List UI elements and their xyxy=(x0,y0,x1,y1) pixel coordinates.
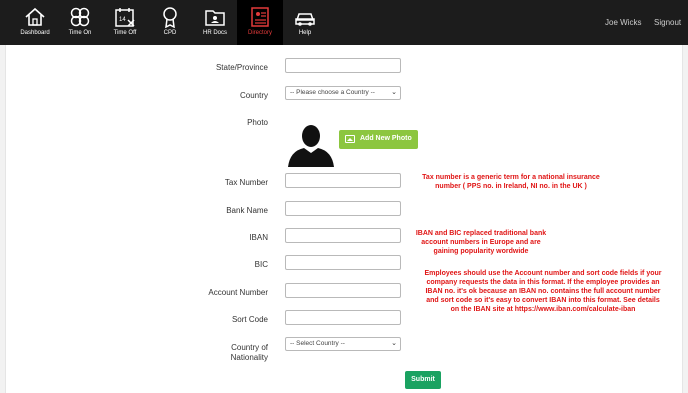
tax-number-note: Tax number is a generic term for a natio… xyxy=(403,173,619,191)
account-number-input[interactable] xyxy=(285,283,401,298)
state-label: State/Province xyxy=(215,63,268,72)
award-icon xyxy=(163,7,177,28)
sort-code-input[interactable] xyxy=(285,310,401,325)
nav-label: CPD xyxy=(163,30,177,36)
avatar-placeholder xyxy=(288,125,334,167)
account-number-note: Employees should use the Account number … xyxy=(410,269,676,314)
add-photo-label: Add New Photo xyxy=(360,135,412,142)
sort-code-label: Sort Code xyxy=(231,315,268,324)
nationality-select[interactable]: -- Select Country -- ⌄ xyxy=(285,337,401,351)
state-input[interactable] xyxy=(285,58,401,73)
submit-button[interactable]: Submit xyxy=(405,371,441,389)
folder-icon xyxy=(205,10,225,26)
home-icon xyxy=(25,7,45,26)
time-on-icon xyxy=(70,7,90,27)
account-note-line: on the IBAN site at https://www.iban.com… xyxy=(450,306,636,313)
bic-input[interactable] xyxy=(285,255,401,270)
iban-note: IBAN and BIC replaced traditional bank a… xyxy=(405,229,557,256)
bank-name-label: Bank Name xyxy=(226,206,268,215)
chevron-down-icon: ⌄ xyxy=(391,89,397,96)
add-photo-button[interactable]: Add New Photo xyxy=(339,130,418,149)
content-panel: State/Province Country -- Please choose … xyxy=(5,45,683,393)
nationality-select-value: -- Select Country -- xyxy=(290,340,345,347)
calendar-icon: 14 xyxy=(115,8,135,27)
nav-help[interactable]: Help xyxy=(282,0,328,45)
car-icon xyxy=(295,13,315,26)
top-nav-bar: Dashboard Time On 14 Time Off CPD HR Doc… xyxy=(0,0,688,45)
nav-label: Dashboard xyxy=(20,30,50,36)
nav-time-off[interactable]: 14 Time Off xyxy=(102,0,148,45)
iban-note-line: account numbers in Europe and are xyxy=(421,239,541,246)
nav-cpd[interactable]: CPD xyxy=(147,0,193,45)
nav-label: Help xyxy=(298,30,312,36)
signout-link[interactable]: Signout xyxy=(654,18,681,27)
photo-label: Photo xyxy=(247,118,268,127)
bank-name-input[interactable] xyxy=(285,201,401,216)
country-select-value: -- Please choose a Country -- xyxy=(290,89,375,96)
image-icon xyxy=(345,135,355,143)
nav-directory[interactable]: Directory xyxy=(237,0,283,45)
nationality-label-line2: Nationality xyxy=(230,353,268,362)
svg-text:14: 14 xyxy=(119,17,126,23)
nav-time-on[interactable]: Time On xyxy=(57,0,103,45)
user-name-link[interactable]: Joe Wicks xyxy=(605,18,641,27)
account-note-line: company requests the data in this format… xyxy=(426,279,660,286)
iban-label: IBAN xyxy=(249,233,268,242)
account-number-label: Account Number xyxy=(208,288,268,297)
tax-number-input[interactable] xyxy=(285,173,401,188)
account-note-line: and sort code so it's easy to convert IB… xyxy=(426,297,660,304)
tax-note-line: number ( PPS no. in Ireland, NI no. in t… xyxy=(435,183,587,190)
chevron-down-icon: ⌄ xyxy=(391,340,397,347)
nav-dashboard[interactable]: Dashboard xyxy=(12,0,58,45)
nationality-label-line1: Country of xyxy=(231,343,268,352)
nav-hr-docs[interactable]: HR Docs xyxy=(192,0,238,45)
country-select[interactable]: -- Please choose a Country -- ⌄ xyxy=(285,86,401,100)
tax-number-label: Tax Number xyxy=(224,178,268,187)
tax-note-line: Tax number is a generic term for a natio… xyxy=(422,174,600,181)
bic-label: BIC xyxy=(254,260,268,269)
iban-note-line: gaining popularity wordwide xyxy=(433,248,529,255)
nav-label: Time Off xyxy=(113,30,137,36)
nav-label: Directory xyxy=(247,30,272,36)
iban-note-line: IBAN and BIC replaced traditional bank xyxy=(415,230,547,237)
country-label: Country xyxy=(239,91,268,100)
directory-icon xyxy=(251,7,269,27)
account-note-line: Employees should use the Account number … xyxy=(424,270,662,277)
account-note-line: IBAN no. it's ok because an IBAN no. con… xyxy=(425,288,661,295)
nav-label: Time On xyxy=(68,30,92,36)
nav-label: HR Docs xyxy=(202,30,227,36)
iban-input[interactable] xyxy=(285,228,401,243)
